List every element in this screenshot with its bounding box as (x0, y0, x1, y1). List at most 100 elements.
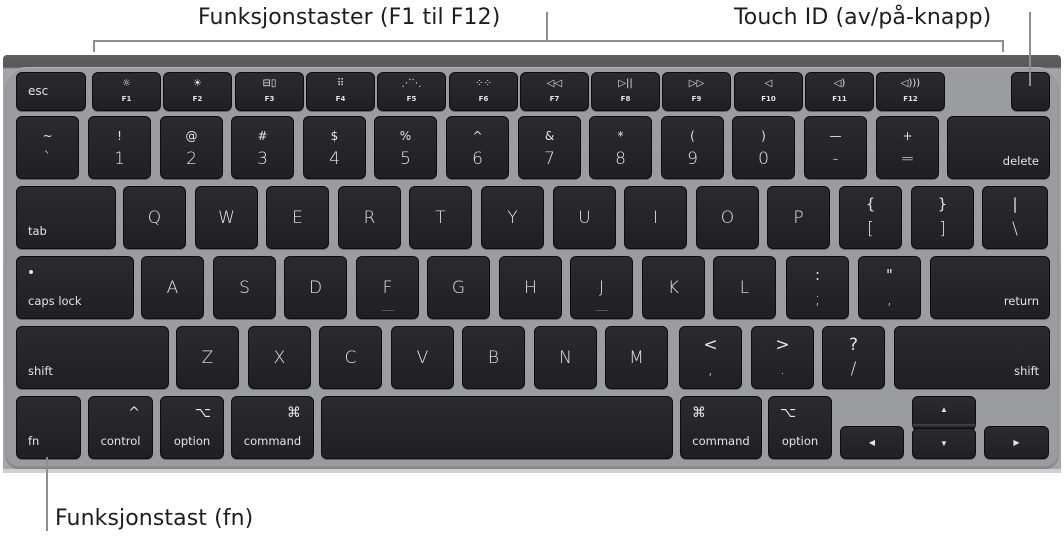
esc-key[interactable]: esc (16, 72, 86, 111)
key-h[interactable]: H (499, 256, 562, 319)
key-0[interactable]: ) 0 (732, 116, 795, 179)
key-s[interactable]: S (213, 256, 276, 319)
function-key-number: F7 (549, 95, 560, 103)
key-char: . (779, 359, 786, 379)
key-t[interactable]: T (409, 186, 472, 249)
key-2[interactable]: @2 (160, 116, 223, 179)
key-x[interactable]: X (248, 326, 311, 389)
space-bar[interactable] (321, 396, 673, 459)
control-icon: ^ (128, 405, 140, 421)
key-c[interactable]: C (319, 326, 382, 389)
key-char: A (166, 277, 179, 298)
return-key[interactable]: return (930, 256, 1050, 319)
function-key-f7[interactable]: ◁◁ F7 (520, 72, 589, 111)
function-key-f4[interactable]: ⠿ F4 (306, 72, 375, 111)
key-5[interactable]: % 5 (374, 116, 437, 179)
key-4[interactable]: $4 (303, 116, 366, 179)
fast-forward-icon: ▷▷ (688, 78, 705, 89)
key-char: 7 (544, 149, 555, 169)
function-key-f11[interactable]: ◁) F11 (805, 72, 874, 111)
key-1[interactable]: ! 1 (88, 116, 151, 179)
caps-lock-key[interactable]: caps lock (16, 256, 134, 319)
function-key-f3[interactable]: ⊟▯ F3 (235, 72, 304, 111)
key-punct-b2[interactable]: ? / (822, 326, 885, 389)
command-left-key[interactable]: ⌘ command (231, 396, 314, 459)
key-z[interactable]: Z (176, 326, 239, 389)
key-`[interactable]: ~ ` (16, 116, 79, 179)
key-punct-0[interactable]: :; (786, 256, 849, 319)
function-key-f10[interactable]: ◁ F10 (734, 72, 803, 111)
key--[interactable]: — - (804, 116, 867, 179)
shift-right-key[interactable]: shift (894, 326, 1050, 389)
function-key-f2[interactable]: ☀ F2 (163, 72, 232, 111)
option-right-key[interactable]: ⌥ option (768, 396, 832, 459)
function-key-f1[interactable]: ☼ F1 (92, 72, 161, 111)
key-char: Z (201, 347, 214, 368)
function-key-f9[interactable]: ▷▷ F9 (662, 72, 731, 111)
key-y[interactable]: Y (481, 186, 544, 249)
key-shift-char: ? (848, 335, 859, 355)
key-char: D (308, 277, 323, 298)
mute-icon: ◁ (764, 78, 773, 89)
key-char: T (435, 207, 446, 228)
arrow-down-icon: ▼ (940, 439, 948, 448)
key-d[interactable]: D (284, 256, 347, 319)
key-bracket-2[interactable]: | \ (982, 186, 1048, 249)
key-bracket-1[interactable]: }] (911, 186, 974, 249)
shift-left-key[interactable]: shift (16, 326, 169, 389)
key-r[interactable]: R (338, 186, 401, 249)
delete-key[interactable]: delete (947, 116, 1050, 179)
option-icon: ⌥ (780, 405, 797, 421)
key-6[interactable]: ^ 6 (446, 116, 509, 179)
function-key-f5[interactable]: ⋰⋱ F5 (377, 72, 446, 111)
key-punct-b1[interactable]: >. (751, 326, 814, 389)
arrow-down-key[interactable]: ▼ (912, 428, 976, 459)
key-char: 5 (400, 149, 411, 169)
key-shift-char: ) (761, 129, 766, 143)
key-j[interactable]: J (570, 256, 633, 319)
key-q[interactable]: Q (123, 186, 186, 249)
function-key-number: F9 (691, 95, 702, 103)
key-label: command (692, 434, 750, 448)
arrow-right-key[interactable]: ▶ (984, 426, 1049, 459)
key-a[interactable]: A (141, 256, 204, 319)
control-key[interactable]: ^ control (88, 396, 153, 459)
key-v[interactable]: V (391, 326, 454, 389)
key-punct-b0[interactable]: <, (679, 326, 742, 389)
arrow-left-key[interactable]: ◀ (840, 426, 904, 459)
function-key-f12[interactable]: ◁))) F12 (876, 72, 945, 111)
key-n[interactable]: N (534, 326, 597, 389)
key-i[interactable]: I (624, 186, 687, 249)
fn-key[interactable]: fn (16, 396, 81, 459)
key-p[interactable]: P (767, 186, 830, 249)
tab-key[interactable]: tab (16, 186, 116, 249)
key-char: V (416, 347, 429, 368)
key-label: return (1003, 294, 1039, 308)
key-u[interactable]: U (553, 186, 616, 249)
key-char: C (344, 347, 357, 368)
key-3[interactable]: #3 (231, 116, 294, 179)
key-l[interactable]: L (713, 256, 776, 319)
volume-down-icon: ◁) (833, 78, 846, 89)
key-k[interactable]: K (642, 256, 705, 319)
option-left-key[interactable]: ⌥ option (160, 396, 224, 459)
key-=[interactable]: + = (876, 116, 939, 179)
key-e[interactable]: E (266, 186, 329, 249)
key-o[interactable]: O (696, 186, 759, 249)
key-9[interactable]: (9 (661, 116, 724, 179)
key-8[interactable]: * 8 (589, 116, 652, 179)
key-shift-char: % (399, 129, 412, 143)
command-right-key[interactable]: ⌘ command (680, 396, 762, 459)
key-w[interactable]: W (195, 186, 258, 249)
key-b[interactable]: B (462, 326, 525, 389)
key-shift-char: { (865, 195, 876, 213)
key-m[interactable]: M (605, 326, 668, 389)
key-punct-1[interactable]: ", (858, 256, 921, 319)
key-f[interactable]: F (356, 256, 419, 319)
function-key-f8[interactable]: ▷|| F8 (591, 72, 660, 111)
key-7[interactable]: & 7 (518, 116, 581, 179)
key-bracket-0[interactable]: {[ (839, 186, 902, 249)
function-key-f6[interactable]: ⁘⁘ F6 (449, 72, 518, 111)
key-g[interactable]: G (427, 256, 490, 319)
key-char: 2 (186, 149, 197, 169)
